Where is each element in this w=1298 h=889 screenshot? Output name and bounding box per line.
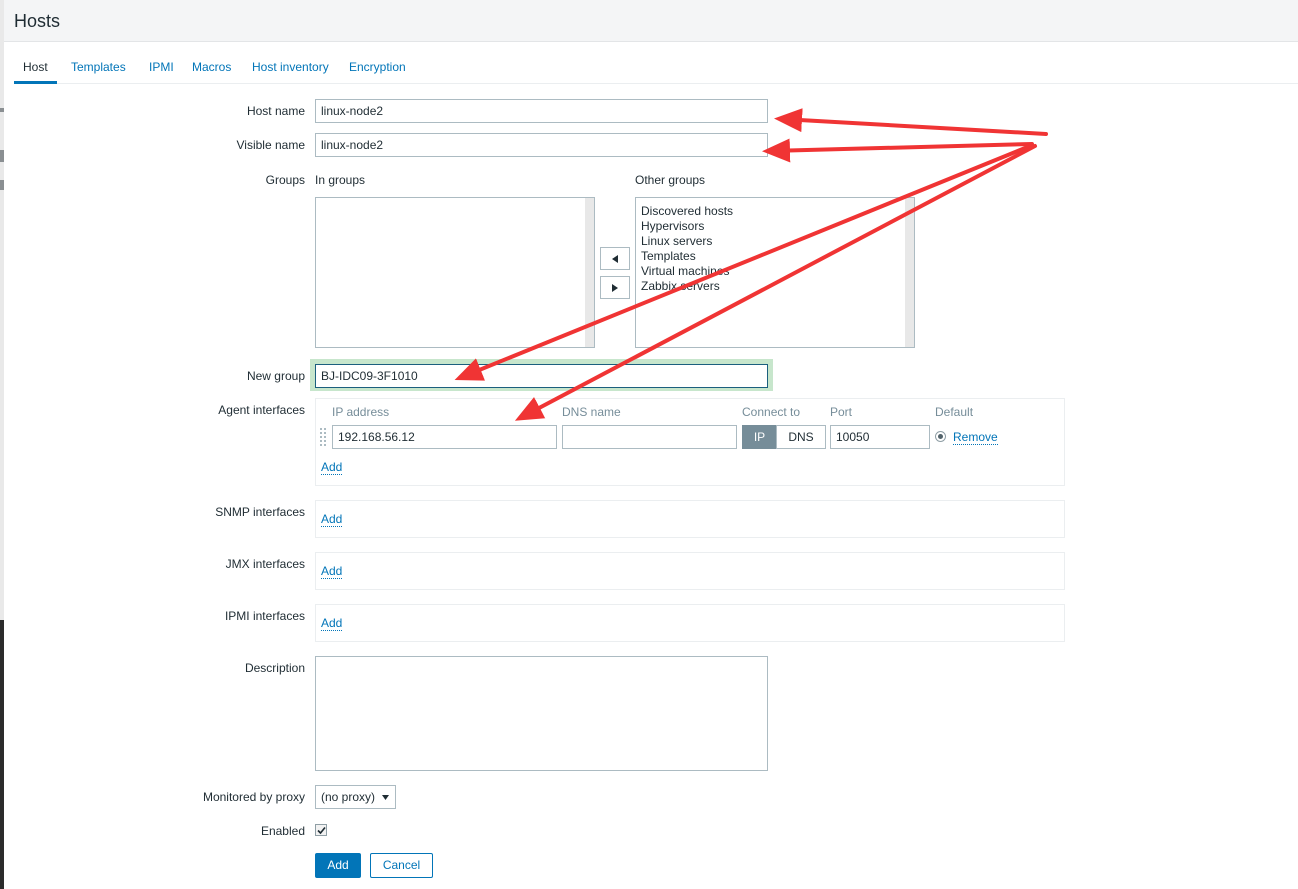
proxy-select[interactable]: (no proxy)	[315, 785, 396, 809]
tab-templates[interactable]: Templates	[62, 52, 135, 84]
checkmark-icon	[317, 826, 326, 835]
snmp-interfaces-section: Add	[315, 500, 1065, 538]
connect-to-header: Connect to	[742, 405, 801, 419]
move-right-button[interactable]	[600, 276, 630, 299]
agent-interfaces-label: Agent interfaces	[218, 403, 305, 417]
other-groups-listbox[interactable]: Discovered hosts Hypervisors Linux serve…	[635, 197, 915, 348]
remove-interface-link[interactable]: Remove	[953, 431, 998, 445]
add-jmx-interface-link[interactable]: Add	[321, 565, 343, 579]
drag-handle-icon[interactable]	[320, 428, 327, 446]
connect-dns-toggle[interactable]: DNS	[776, 425, 826, 449]
tab-macros[interactable]: Macros	[183, 52, 240, 84]
in-groups-scrollbar[interactable]	[585, 198, 594, 347]
triangle-right-icon	[612, 284, 618, 292]
add-button[interactable]: Add	[315, 853, 361, 878]
new-group-label: New group	[246, 369, 305, 383]
other-group-item[interactable]: Templates	[641, 249, 696, 264]
port-input[interactable]	[830, 425, 930, 449]
ipmi-interfaces-label: IPMI interfaces	[224, 609, 305, 623]
description-label: Description	[244, 661, 305, 675]
other-groups-scrollbar[interactable]	[905, 198, 914, 347]
add-agent-interface-link[interactable]: Add	[321, 461, 343, 475]
tab-bar: Host Templates IPMI Macros Host inventor…	[14, 52, 1298, 84]
dns-name-header: DNS name	[562, 405, 621, 419]
snmp-interfaces-label: SNMP interfaces	[215, 505, 305, 519]
cancel-button[interactable]: Cancel	[370, 853, 433, 878]
jmx-interfaces-label: JMX interfaces	[225, 557, 305, 571]
visible-name-label: Visible name	[236, 138, 305, 152]
tab-ipmi[interactable]: IPMI	[140, 52, 183, 84]
default-radio[interactable]	[935, 431, 946, 442]
tab-encryption[interactable]: Encryption	[340, 52, 415, 84]
ipmi-interfaces-section: Add	[315, 604, 1065, 642]
in-groups-label: In groups	[315, 173, 366, 187]
add-snmp-interface-link[interactable]: Add	[321, 513, 343, 527]
other-group-item[interactable]: Discovered hosts	[641, 204, 733, 219]
agent-interfaces-section: IP address DNS name Connect to Port Defa…	[315, 398, 1065, 486]
default-header: Default	[935, 405, 974, 419]
other-group-item[interactable]: Hypervisors	[641, 219, 704, 234]
chevron-down-icon	[382, 795, 389, 800]
other-group-item[interactable]: Linux servers	[641, 234, 712, 249]
host-name-input[interactable]	[315, 99, 768, 123]
triangle-left-icon	[612, 255, 618, 263]
port-header: Port	[830, 405, 853, 419]
host-edit-page: Hosts Host Templates IPMI Macros Host in…	[4, 0, 1298, 889]
other-group-item[interactable]: Zabbix servers	[641, 279, 720, 294]
description-textarea[interactable]	[315, 656, 768, 771]
tab-host[interactable]: Host	[14, 52, 57, 84]
connect-ip-toggle[interactable]: IP	[742, 425, 777, 449]
host-name-label: Host name	[246, 104, 305, 118]
in-groups-listbox[interactable]	[315, 197, 595, 348]
visible-name-input[interactable]	[315, 133, 768, 157]
jmx-interfaces-section: Add	[315, 552, 1065, 590]
ip-address-input[interactable]	[332, 425, 557, 449]
groups-label: Groups	[265, 173, 305, 187]
proxy-label: Monitored by proxy	[202, 790, 305, 804]
ip-address-header: IP address	[332, 405, 390, 419]
add-ipmi-interface-link[interactable]: Add	[321, 617, 343, 631]
new-group-input[interactable]	[315, 364, 768, 388]
other-group-item[interactable]: Virtual machines	[641, 264, 730, 279]
enabled-label: Enabled	[260, 824, 305, 838]
enabled-checkbox[interactable]	[315, 824, 327, 836]
other-groups-label: Other groups	[635, 173, 706, 187]
page-title: Hosts	[14, 11, 61, 31]
title-bar: Hosts	[4, 0, 1298, 42]
proxy-selected-value: (no proxy)	[321, 790, 376, 804]
dns-name-input[interactable]	[562, 425, 737, 449]
move-left-button[interactable]	[600, 247, 630, 270]
tab-host-inventory[interactable]: Host inventory	[243, 52, 338, 84]
